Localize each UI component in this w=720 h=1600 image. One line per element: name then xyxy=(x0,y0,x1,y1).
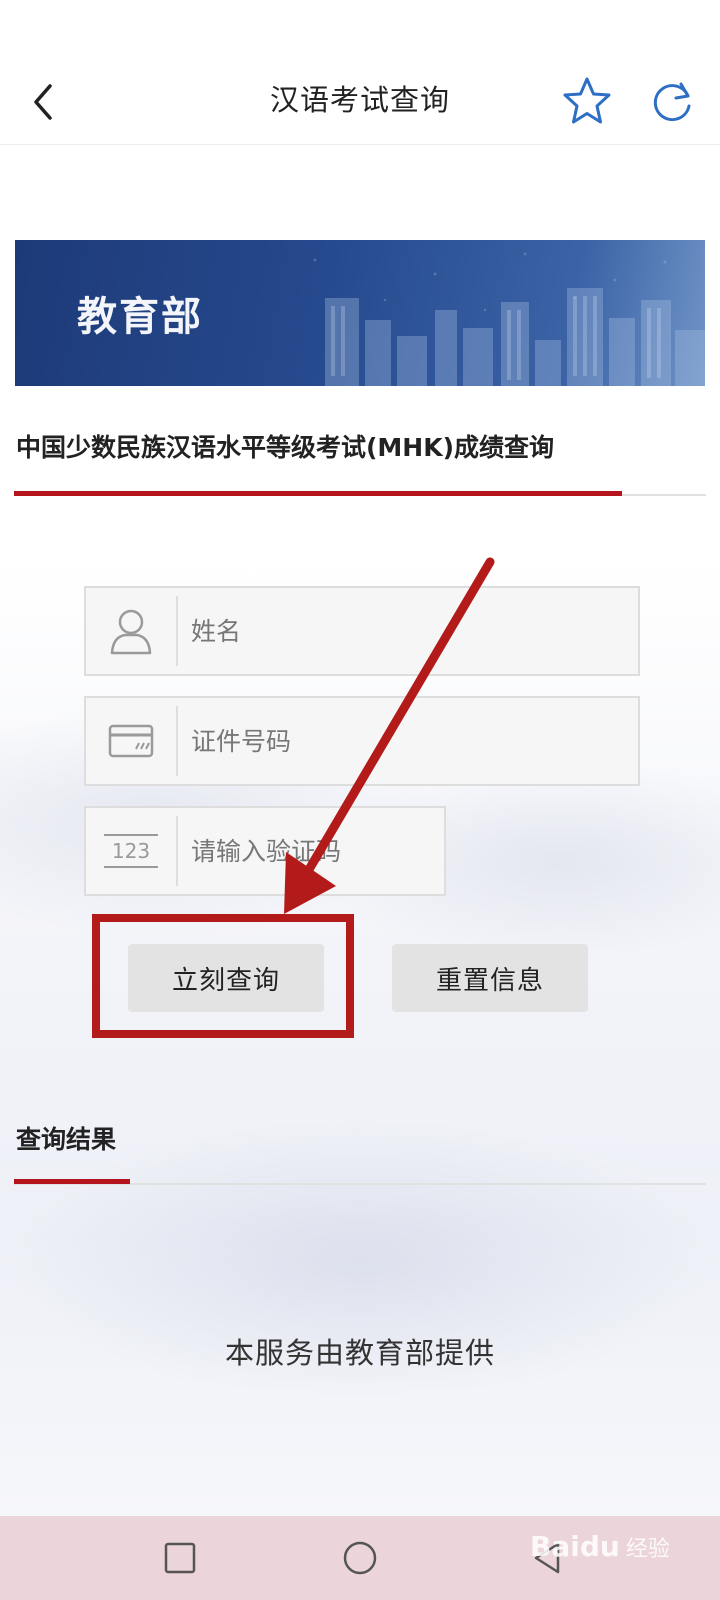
banner-title: 教育部 xyxy=(77,294,203,340)
section-accent-bar xyxy=(14,1179,130,1184)
baidu-watermark: Baidu 经验 xyxy=(530,1530,670,1563)
home-circle-icon[interactable] xyxy=(340,1538,380,1578)
query-section-title: 中国少数民族汉语水平等级考试(MHK)成绩查询 xyxy=(16,433,555,462)
recent-apps-square-icon[interactable] xyxy=(160,1538,200,1578)
name-input[interactable] xyxy=(191,588,623,674)
captcha-code-icon: 123 xyxy=(86,808,176,894)
ministry-banner: 教育部 xyxy=(15,240,705,386)
refresh-icon[interactable] xyxy=(648,78,696,126)
star-icon[interactable] xyxy=(562,76,612,126)
submit-query-button[interactable]: 立刻查询 xyxy=(128,944,324,1012)
page-title: 汉语考试查询 xyxy=(269,83,450,117)
field-separator xyxy=(176,816,178,886)
captcha-input[interactable] xyxy=(191,808,429,894)
svg-text:123: 123 xyxy=(112,839,150,863)
name-field[interactable] xyxy=(84,586,640,676)
user-icon xyxy=(86,588,176,674)
id-number-field[interactable] xyxy=(84,696,640,786)
section-accent-bar xyxy=(14,491,622,496)
result-section-title: 查询结果 xyxy=(16,1125,117,1154)
watermark-suffix: 经验 xyxy=(625,1537,670,1562)
system-nav-bar: Baidu 经验 xyxy=(0,1516,720,1600)
id-card-icon xyxy=(86,698,176,784)
id-number-input[interactable] xyxy=(191,698,623,784)
top-app-bar: 汉语考试查询 xyxy=(0,58,720,145)
reset-info-button[interactable]: 重置信息 xyxy=(392,944,588,1012)
captcha-field[interactable]: 123 xyxy=(84,806,446,896)
field-separator xyxy=(176,706,178,776)
watermark-brand: Baidu xyxy=(530,1530,620,1563)
provider-text: 本服务由教育部提供 xyxy=(224,1336,495,1370)
field-separator xyxy=(176,596,178,666)
